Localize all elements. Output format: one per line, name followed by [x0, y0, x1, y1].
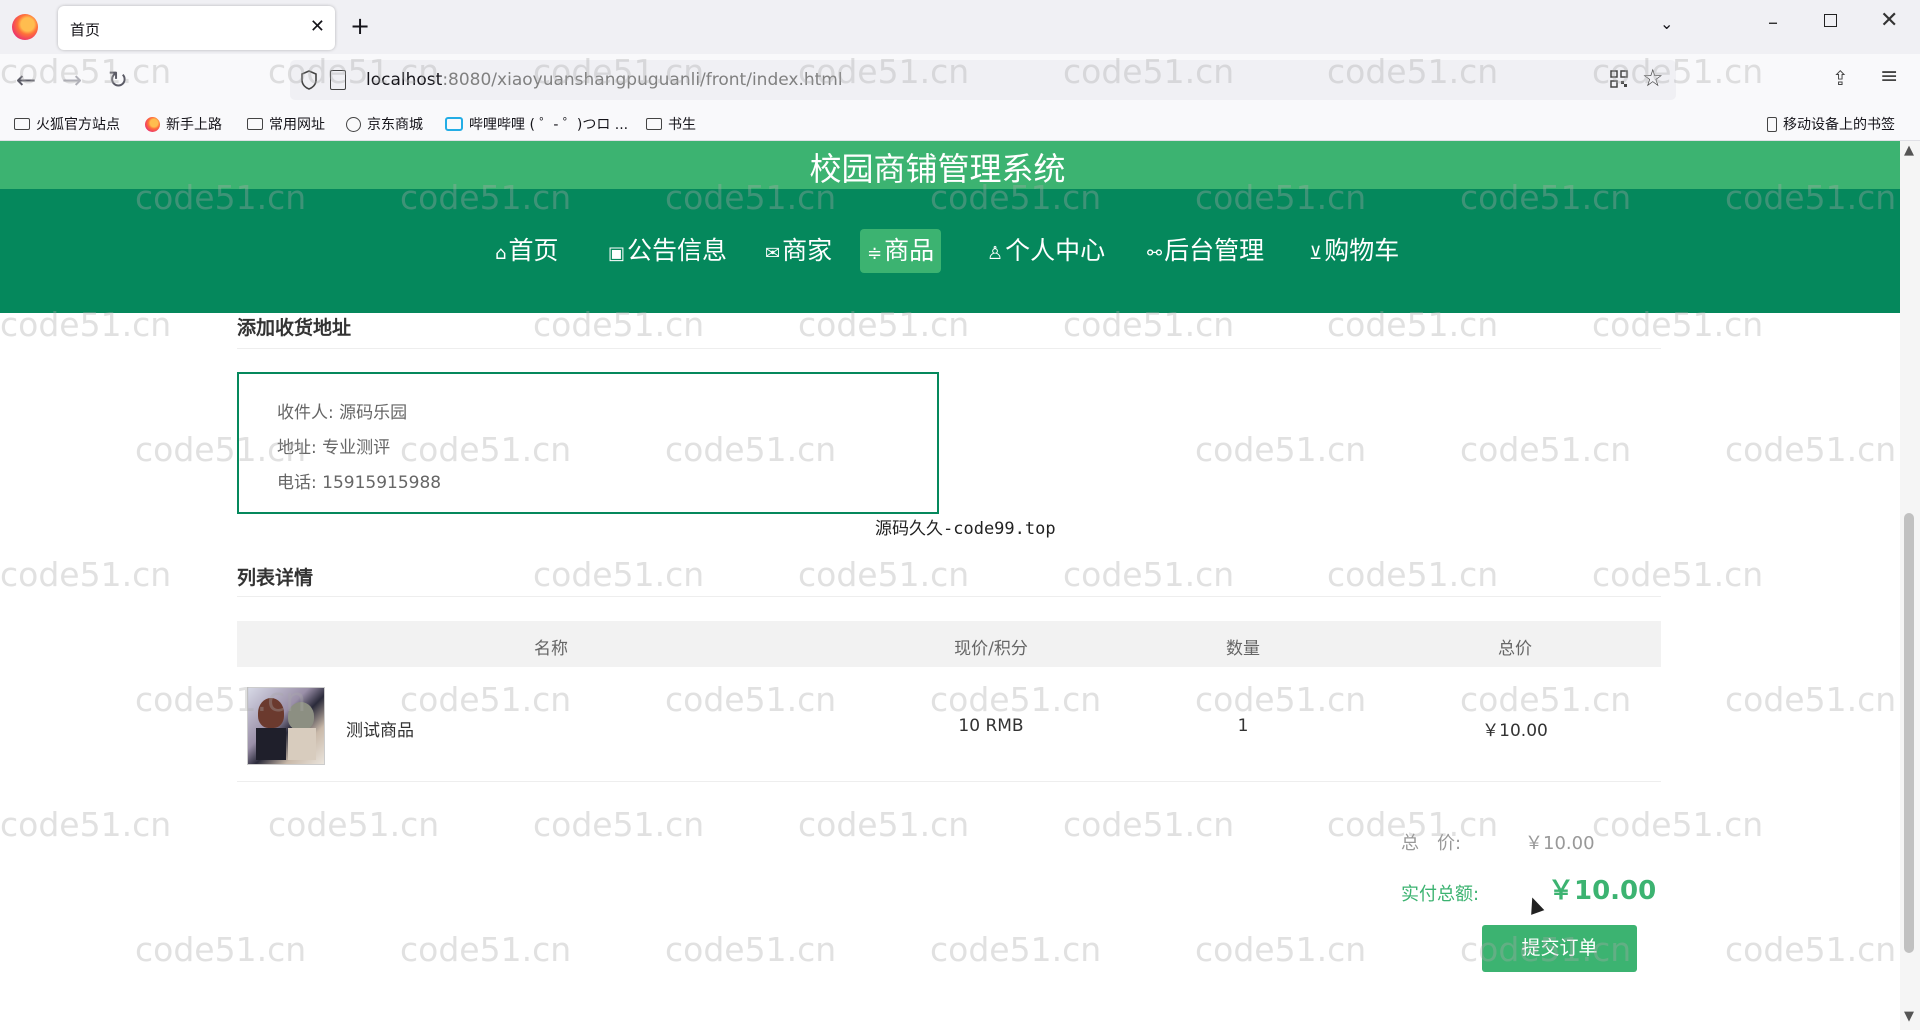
tab-list-chevron-icon[interactable]: ⌄ [1660, 14, 1673, 33]
url-bar[interactable]: localhost:8080/xiaoyuanshangpuguanli/fro… [290, 60, 1676, 100]
menu-item-merchant[interactable]: ✉商家 [758, 229, 839, 273]
back-arrow-icon[interactable]: ← [16, 66, 36, 94]
browser-tab[interactable]: 首页 ✕ [58, 6, 335, 50]
bilibili-icon [445, 117, 463, 131]
total-label: 总 价: [1401, 833, 1462, 854]
browser-nav-bar: ← → ↻ localhost:8080/xiaoyuanshangpuguan… [0, 54, 1920, 108]
bookmark-item[interactable]: 常用网址 [247, 114, 325, 134]
product-name: 测试商品 [346, 721, 414, 741]
hamburger-menu-icon[interactable]: ≡ [1880, 64, 1898, 89]
reload-icon[interactable]: ↻ [108, 66, 128, 94]
mobile-bookmarks[interactable]: 移动设备上的书签 [1767, 114, 1895, 134]
tab-title: 首页 [70, 21, 101, 39]
site-title: 校园商铺管理系统 [809, 150, 1066, 188]
column-header-price: 现价/积分 [954, 639, 1028, 659]
extensions-icon[interactable]: ⇪ [1832, 66, 1849, 90]
product-image[interactable] [247, 687, 325, 765]
product-price: 10 RMB [958, 716, 1024, 736]
sliders-icon: ≑ [867, 243, 883, 264]
pay-value: ￥10.00 [1548, 876, 1657, 906]
browser-tab-bar: 首页 ✕ + ⌄ – ✕ [0, 0, 1920, 54]
tab-close-icon[interactable]: ✕ [310, 16, 325, 37]
gift-icon: ▣ [608, 243, 626, 264]
column-header-name: 名称 [534, 639, 568, 659]
page-content: 校园商铺管理系统 ⌂首页 ▣公告信息 ✉商家 ≑商品 ♙个人中心 ⚯后台管理 ⊻… [0, 141, 1900, 1030]
qr-code-icon[interactable] [1610, 70, 1628, 88]
phone-text: 电话: 15915915988 [277, 473, 442, 493]
window-close-icon[interactable]: ✕ [1880, 8, 1898, 33]
address-card[interactable]: 收件人: 源码乐园 地址: 专业测评 电话: 15915915988 [237, 372, 939, 514]
scroll-down-icon[interactable]: ▼ [1904, 1009, 1914, 1024]
url-text[interactable]: localhost:8080/xiaoyuanshangpuguanli/fro… [366, 70, 843, 90]
folder-icon [247, 118, 263, 130]
new-tab-icon[interactable]: + [350, 12, 370, 40]
divider [237, 348, 1661, 349]
menu-item-admin[interactable]: ⚯后台管理 [1140, 229, 1271, 273]
window-restore-icon[interactable] [1824, 14, 1837, 27]
link-icon: ⚯ [1147, 243, 1163, 264]
bookmark-item[interactable]: 哔哩哔哩 ( ゜- ゜)つロ ... [445, 114, 628, 134]
total-value: ￥10.00 [1525, 833, 1595, 854]
folder-icon [14, 118, 30, 130]
product-total: ￥10.00 [1482, 721, 1548, 741]
menu-item-profile[interactable]: ♙个人中心 [980, 229, 1112, 273]
product-qty: 1 [1237, 716, 1249, 736]
bookmark-item[interactable]: 京东商城 [346, 114, 423, 134]
main-menu: ⌂首页 ▣公告信息 ✉商家 ≑商品 ♙个人中心 ⚯后台管理 ⊻购物车 [0, 189, 1900, 313]
table-header: 名称 现价/积分 数量 总价 [237, 621, 1661, 667]
cart-icon: ⊻ [1309, 243, 1323, 264]
pay-label: 实付总额: [1401, 884, 1480, 905]
forward-arrow-icon[interactable]: → [62, 66, 82, 94]
scroll-thumb[interactable] [1904, 513, 1914, 953]
firefox-logo-icon [12, 14, 38, 40]
list-section-title: 列表详情 [237, 567, 314, 589]
menu-item-notice[interactable]: ▣公告信息 [601, 229, 734, 273]
bookmark-item[interactable]: 新手上路 [145, 114, 222, 134]
submit-order-button[interactable]: 提交订单 [1482, 925, 1637, 972]
menu-item-cart[interactable]: ⊻购物车 [1302, 229, 1406, 273]
menu-item-home[interactable]: ⌂首页 [488, 229, 565, 273]
page-info-icon[interactable] [330, 70, 346, 90]
home-icon: ⌂ [495, 243, 507, 264]
shield-icon [301, 70, 317, 90]
folder-icon [646, 118, 662, 130]
firefox-icon [145, 116, 160, 132]
bookmarks-toolbar: 火狐官方站点 新手上路 常用网址 京东商城 哔哩哔哩 ( ゜- ゜)つロ ...… [0, 108, 1920, 141]
user-icon: ♙ [987, 243, 1004, 264]
mobile-device-icon [1767, 116, 1777, 132]
bookmark-item[interactable]: 书生 [646, 114, 696, 134]
menu-item-goods[interactable]: ≑商品 [860, 229, 942, 273]
page-scrollbar[interactable]: ▲ ▼ [1900, 141, 1920, 1030]
scroll-up-icon[interactable]: ▲ [1904, 143, 1914, 158]
divider [237, 596, 1661, 597]
mail-icon: ✉ [765, 243, 781, 264]
bookmark-star-icon[interactable]: ☆ [1642, 64, 1664, 92]
column-header-qty: 数量 [1226, 639, 1260, 659]
recipient-text: 收件人: 源码乐园 [277, 403, 408, 423]
window-minimize-icon[interactable]: – [1768, 10, 1778, 34]
bookmark-item[interactable]: 火狐官方站点 [14, 114, 120, 134]
table-row: 测试商品 10 RMB 1 ￥10.00 [237, 667, 1661, 782]
column-header-total: 总价 [1498, 639, 1532, 659]
globe-icon [346, 116, 361, 132]
address-text: 地址: 专业测评 [277, 438, 391, 458]
site-title-bar: 校园商铺管理系统 [0, 141, 1900, 189]
overlay-mark-text: 源码久久-code99.top [875, 519, 1056, 539]
address-section-title: 添加收货地址 [237, 317, 352, 339]
